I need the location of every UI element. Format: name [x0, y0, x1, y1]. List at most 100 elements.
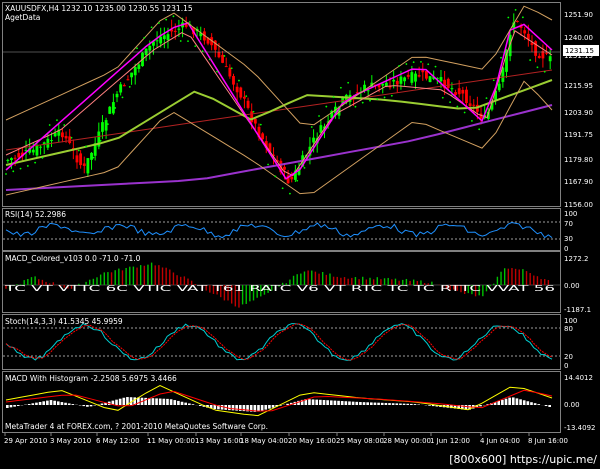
macd-hist-bar [173, 400, 177, 405]
price-bar [261, 133, 265, 140]
psar-dot [441, 96, 444, 99]
trading-chart[interactable]: XAUUSDFX,H4 1232.10 1235.00 1230.55 1231… [0, 0, 600, 469]
macd-hist-bar [260, 405, 264, 411]
price-bar [246, 100, 250, 108]
psar-dot [216, 70, 219, 73]
price-axis-label: 1167.90 [564, 178, 593, 186]
macd-line [5, 384, 553, 417]
macd-hist-bar [191, 404, 195, 405]
macd-histogram-plot[interactable] [5, 384, 553, 417]
price-bar [162, 35, 166, 40]
macd-colored-axis: 1272.2 0.00 -1187.1 [564, 255, 591, 314]
macd-hist-bar [537, 404, 541, 405]
indicator-header: AgetData [5, 13, 40, 22]
psar-dot [514, 8, 517, 11]
macd-hist-bar [315, 399, 319, 405]
rsi-axis-label: 0 [564, 245, 568, 253]
psar-dot [48, 124, 51, 126]
price-bar [439, 77, 443, 82]
psar-dot [412, 61, 415, 64]
macd-hist-bar [46, 400, 49, 405]
price-bar [68, 136, 72, 144]
psar-dot [187, 40, 189, 42]
time-axis-label: 6 May 12:00 [96, 437, 140, 445]
price-bar [173, 30, 177, 32]
psar-dot [179, 40, 182, 42]
stochastic-plot[interactable] [3, 322, 560, 361]
price-bar [454, 92, 457, 95]
psar-dot [289, 192, 291, 195]
macd-hist-bar [548, 405, 551, 407]
psar-dot [296, 179, 299, 182]
psar-dot [238, 79, 240, 82]
price-bar [35, 145, 39, 156]
time-axis-label: 13 May 16:00 [195, 437, 243, 445]
psar-dot [259, 123, 262, 126]
macd-hist-axis: 14.4012 0.00 -13.4092 [564, 374, 595, 432]
macd-hist-bar [479, 405, 482, 407]
rsi-plot[interactable] [3, 221, 560, 240]
psar-dot [128, 85, 131, 88]
macd-hist-bar [515, 398, 519, 405]
price-bar [421, 70, 425, 73]
macd-hist-bar [115, 399, 118, 405]
macd-hist-bar [155, 398, 158, 405]
macd-hist-bar [311, 399, 315, 405]
macd-hist-bar [35, 402, 38, 405]
macd-hist-bar [319, 399, 322, 405]
price-bar [253, 118, 257, 124]
psar-dot [267, 163, 269, 166]
time-axis-label: 8 Jun 16:00 [528, 437, 568, 445]
macd-hist-bar [359, 402, 362, 405]
price-bar [10, 158, 13, 161]
psar-dot [420, 60, 422, 63]
price-bar [82, 163, 86, 166]
macd-hist-bar [362, 402, 366, 405]
price-bar [384, 82, 388, 87]
time-axis-label: 20 May 16:00 [288, 437, 336, 445]
psar-dot [63, 124, 66, 126]
macd-hist-bar [344, 401, 348, 405]
psar-dot [85, 145, 87, 148]
macd-hist-bar [402, 403, 406, 405]
psar-dot [274, 175, 277, 178]
psar-dot [318, 115, 320, 117]
price-bar [232, 76, 235, 85]
macd-hist-title: MACD With Histogram -2.2508 5.6975 3.446… [5, 374, 177, 383]
stoch-signal-line [5, 323, 553, 361]
price-bar [235, 86, 239, 93]
macd-hist-bar [42, 401, 46, 405]
macd-hist-bar [308, 399, 311, 405]
psar-dot [536, 66, 539, 69]
price-bar [155, 40, 159, 42]
macd-hist-bar [184, 402, 187, 405]
time-axis-label: 18 May 04:00 [240, 437, 288, 445]
price-bar [523, 30, 527, 34]
price-plot[interactable] [3, 5, 560, 196]
psar-dot [165, 18, 168, 21]
price-axis-label: 1156.00 [564, 201, 593, 209]
price-bar [75, 155, 79, 163]
psar-dot [245, 95, 248, 98]
psar-dot [34, 161, 37, 164]
price-bar [399, 76, 403, 84]
macd-hist-bar [501, 399, 504, 405]
macd-hist-bar [544, 405, 548, 407]
psar-dot [449, 101, 451, 104]
psar-dot [376, 98, 379, 100]
psar-dot [521, 16, 524, 19]
stoch-axis-label: 100 [564, 317, 577, 325]
macd-hist-bar [235, 405, 238, 411]
copyright-text: MetaTrader 4 at FOREX.com, ? 2001-2010 M… [5, 422, 268, 431]
macd-hist-bar [6, 405, 9, 408]
psar-dot [310, 126, 313, 128]
price-axis-label: 1203.90 [564, 109, 593, 117]
macd-hist-bar [16, 405, 20, 406]
macd-hist-bar [71, 404, 75, 405]
price-bar [39, 146, 42, 148]
macd-hist-bar [533, 403, 537, 405]
price-bar [159, 36, 163, 44]
price-bar [166, 34, 170, 41]
psar-dot [121, 96, 124, 99]
price-bar [457, 88, 461, 95]
